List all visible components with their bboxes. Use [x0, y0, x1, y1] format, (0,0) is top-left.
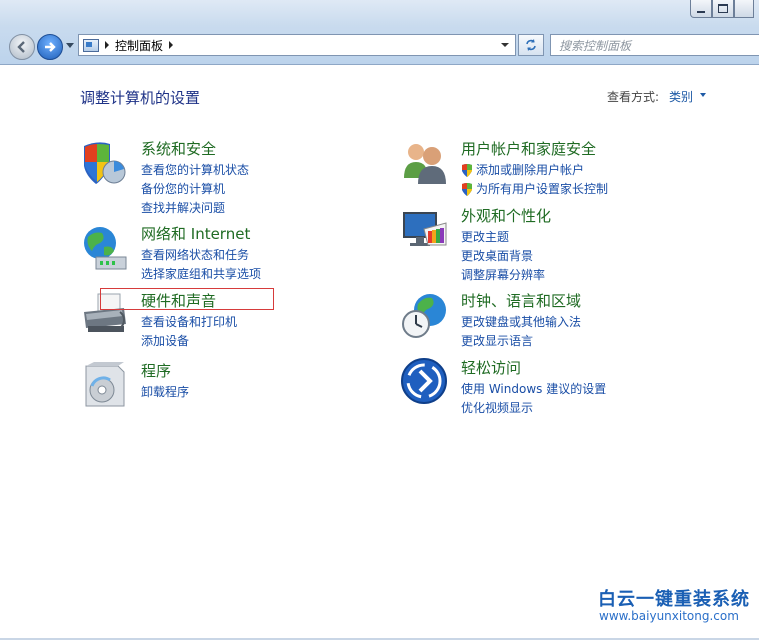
link-screen-resolution[interactable]: 调整屏幕分辨率 [461, 265, 545, 284]
maximize-button[interactable] [712, 0, 734, 18]
link-view-computer-status[interactable]: 查看您的计算机状态 [141, 160, 249, 179]
view-by-label: 查看方式: [607, 90, 660, 104]
arrow-left-icon [17, 41, 25, 53]
link-uninstall-program[interactable]: 卸载程序 [141, 382, 189, 401]
category-links: 卸载程序 [141, 382, 189, 401]
link-change-theme[interactable]: 更改主题 [461, 227, 545, 246]
breadcrumb-control-panel[interactable]: 控制面板 [115, 37, 163, 54]
link-change-wallpaper[interactable]: 更改桌面背景 [461, 246, 545, 265]
link-add-device[interactable]: 添加设备 [141, 331, 237, 350]
search-input[interactable]: 搜索控制面板 [550, 34, 759, 56]
users-icon [404, 144, 446, 184]
category-links: 查看网络状态和任务 选择家庭组和共享选项 [141, 245, 261, 283]
uac-shield-icon [462, 163, 472, 177]
category-title[interactable]: 网络和 Internet [141, 223, 250, 244]
uac-shield-icon [462, 182, 472, 196]
category-links: 更改键盘或其他输入法 更改显示语言 [461, 312, 581, 350]
refresh-icon [526, 39, 536, 51]
globe-network-icon [84, 227, 127, 270]
link-find-fix-problems[interactable]: 查找并解决问题 [141, 198, 249, 217]
category-links: 使用 Windows 建议的设置 优化视频显示 [461, 379, 606, 417]
back-button[interactable] [9, 34, 35, 60]
shield-icon [84, 142, 126, 184]
maximize-icon [718, 4, 728, 13]
minimize-icon [697, 10, 705, 13]
category-links: 查看您的计算机状态 备份您的计算机 查找并解决问题 [141, 160, 249, 217]
programs-icon [85, 362, 125, 407]
control-panel-icon [83, 38, 99, 52]
recent-pages-dropdown[interactable] [66, 43, 74, 48]
link-parental-controls[interactable]: 为所有用户设置家长控制 [461, 179, 608, 198]
address-bar[interactable]: 控制面板 [78, 34, 516, 56]
link-label[interactable]: 为所有用户设置家长控制 [476, 180, 608, 197]
category-links: 添加或删除用户帐户 为所有用户设置家长控制 [461, 160, 608, 198]
caption-buttons [690, 0, 754, 20]
link-view-network-status[interactable]: 查看网络状态和任务 [141, 245, 261, 264]
address-dropdown-icon[interactable] [501, 43, 509, 47]
category-title[interactable]: 用户帐户和家庭安全 [461, 138, 596, 159]
category-links: 查看设备和打印机 添加设备 [141, 312, 237, 350]
category-links: 更改主题 更改桌面背景 调整屏幕分辨率 [461, 227, 545, 284]
window-chrome: 控制面板 搜索控制面板 [0, 0, 759, 65]
link-backup-computer[interactable]: 备份您的计算机 [141, 179, 249, 198]
refresh-button[interactable] [518, 34, 544, 56]
link-windows-suggested-settings[interactable]: 使用 Windows 建议的设置 [461, 379, 606, 398]
watermark-url: www.baiyunxitong.com [599, 609, 739, 623]
ease-of-access-icon [401, 358, 447, 404]
chevron-down-icon[interactable] [700, 93, 706, 97]
highlight-box [100, 288, 274, 310]
breadcrumb-chevron-icon[interactable] [169, 41, 174, 49]
category-title[interactable]: 外观和个性化 [461, 205, 551, 226]
link-change-display-language[interactable]: 更改显示语言 [461, 331, 581, 350]
forward-button[interactable] [37, 34, 63, 60]
monitor-palette-icon [403, 212, 447, 246]
watermark-title: 白云一键重装系统 [598, 589, 750, 610]
link-change-keyboard[interactable]: 更改键盘或其他输入法 [461, 312, 581, 331]
arrow-right-icon [45, 42, 56, 52]
view-by-dropdown[interactable]: 类别 [669, 88, 693, 105]
category-title[interactable]: 程序 [141, 360, 171, 381]
link-devices-printers[interactable]: 查看设备和打印机 [141, 312, 237, 331]
category-title[interactable]: 系统和安全 [141, 138, 216, 159]
category-title[interactable]: 轻松访问 [461, 357, 521, 378]
clock-globe-icon [402, 294, 446, 338]
content-area: 调整计算机的设置 查看方式: 类别 系统和安全 查看您的计算机状态 备份您的计算… [0, 65, 759, 640]
breadcrumb-chevron-icon[interactable] [105, 41, 109, 49]
page-title: 调整计算机的设置 [80, 89, 201, 107]
close-button[interactable] [734, 0, 754, 18]
link-optimize-visual-display[interactable]: 优化视频显示 [461, 398, 606, 417]
link-add-remove-accounts[interactable]: 添加或删除用户帐户 [461, 160, 608, 179]
minimize-button[interactable] [690, 0, 712, 18]
link-label[interactable]: 添加或删除用户帐户 [476, 161, 584, 178]
category-title[interactable]: 时钟、语言和区域 [461, 290, 581, 311]
link-homegroup-sharing[interactable]: 选择家庭组和共享选项 [141, 264, 261, 283]
